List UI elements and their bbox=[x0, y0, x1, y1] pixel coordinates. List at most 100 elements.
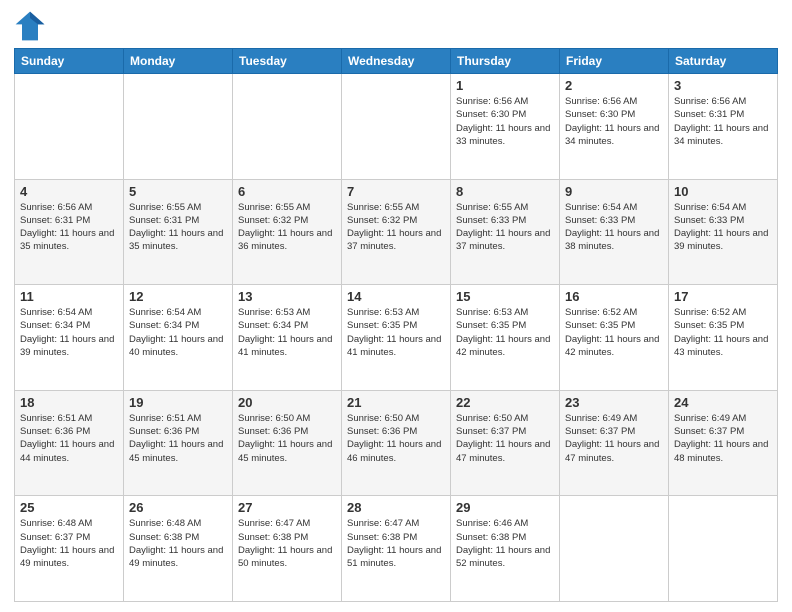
calendar-cell: 22 Sunrise: 6:50 AM Sunset: 6:37 PM Dayli… bbox=[451, 390, 560, 496]
calendar-cell: 27 Sunrise: 6:47 AM Sunset: 6:38 PM Dayli… bbox=[233, 496, 342, 602]
calendar-header-thursday: Thursday bbox=[451, 49, 560, 74]
day-info: Sunrise: 6:51 AM Sunset: 6:36 PM Dayligh… bbox=[129, 412, 227, 465]
calendar-cell: 18 Sunrise: 6:51 AM Sunset: 6:36 PM Dayli… bbox=[15, 390, 124, 496]
logo-icon bbox=[14, 10, 46, 42]
day-info: Sunrise: 6:50 AM Sunset: 6:37 PM Dayligh… bbox=[456, 412, 554, 465]
day-number: 29 bbox=[456, 500, 554, 515]
day-info: Sunrise: 6:56 AM Sunset: 6:30 PM Dayligh… bbox=[565, 95, 663, 148]
day-number: 13 bbox=[238, 289, 336, 304]
calendar-cell: 4 Sunrise: 6:56 AM Sunset: 6:31 PM Daylig… bbox=[15, 179, 124, 285]
day-number: 1 bbox=[456, 78, 554, 93]
day-number: 22 bbox=[456, 395, 554, 410]
day-info: Sunrise: 6:53 AM Sunset: 6:34 PM Dayligh… bbox=[238, 306, 336, 359]
calendar-cell: 29 Sunrise: 6:46 AM Sunset: 6:38 PM Dayli… bbox=[451, 496, 560, 602]
day-number: 2 bbox=[565, 78, 663, 93]
calendar-cell: 13 Sunrise: 6:53 AM Sunset: 6:34 PM Dayli… bbox=[233, 285, 342, 391]
day-number: 24 bbox=[674, 395, 772, 410]
day-info: Sunrise: 6:51 AM Sunset: 6:36 PM Dayligh… bbox=[20, 412, 118, 465]
header bbox=[14, 10, 778, 42]
calendar-cell: 15 Sunrise: 6:53 AM Sunset: 6:35 PM Dayli… bbox=[451, 285, 560, 391]
calendar-cell bbox=[342, 74, 451, 180]
day-number: 14 bbox=[347, 289, 445, 304]
calendar-cell: 26 Sunrise: 6:48 AM Sunset: 6:38 PM Dayli… bbox=[124, 496, 233, 602]
calendar-cell: 12 Sunrise: 6:54 AM Sunset: 6:34 PM Dayli… bbox=[124, 285, 233, 391]
calendar-cell: 28Sunrise: 6:47 AM Sunset: 6:38 PM Dayli… bbox=[342, 496, 451, 602]
day-info: Sunrise: 6:55 AM Sunset: 6:31 PM Dayligh… bbox=[129, 201, 227, 254]
day-number: 20 bbox=[238, 395, 336, 410]
calendar-cell: 2 Sunrise: 6:56 AM Sunset: 6:30 PM Daylig… bbox=[560, 74, 669, 180]
calendar-cell: 1 Sunrise: 6:56 AM Sunset: 6:30 PM Daylig… bbox=[451, 74, 560, 180]
calendar-header-sunday: Sunday bbox=[15, 49, 124, 74]
day-info: Sunrise: 6:49 AM Sunset: 6:37 PM Dayligh… bbox=[674, 412, 772, 465]
calendar-header-wednesday: Wednesday bbox=[342, 49, 451, 74]
day-number: 8 bbox=[456, 184, 554, 199]
day-number: 18 bbox=[20, 395, 118, 410]
day-number: 3 bbox=[674, 78, 772, 93]
day-number: 16 bbox=[565, 289, 663, 304]
day-info: Sunrise: 6:54 AM Sunset: 6:34 PM Dayligh… bbox=[20, 306, 118, 359]
day-number: 27 bbox=[238, 500, 336, 515]
day-info: Sunrise: 6:53 AM Sunset: 6:35 PM Dayligh… bbox=[456, 306, 554, 359]
day-number: 7 bbox=[347, 184, 445, 199]
calendar-cell: 10 Sunrise: 6:54 AM Sunset: 6:33 PM Dayli… bbox=[669, 179, 778, 285]
day-info: Sunrise: 6:54 AM Sunset: 6:33 PM Dayligh… bbox=[565, 201, 663, 254]
day-number: 21 bbox=[347, 395, 445, 410]
calendar-header-saturday: Saturday bbox=[669, 49, 778, 74]
calendar-header-row: SundayMondayTuesdayWednesdayThursdayFrid… bbox=[15, 49, 778, 74]
day-number: 23 bbox=[565, 395, 663, 410]
calendar-cell: 16Sunrise: 6:52 AM Sunset: 6:35 PM Dayli… bbox=[560, 285, 669, 391]
calendar-cell: 17 Sunrise: 6:52 AM Sunset: 6:35 PM Dayli… bbox=[669, 285, 778, 391]
calendar-week-row: 11 Sunrise: 6:54 AM Sunset: 6:34 PM Dayli… bbox=[15, 285, 778, 391]
calendar-cell: 24 Sunrise: 6:49 AM Sunset: 6:37 PM Dayli… bbox=[669, 390, 778, 496]
calendar-cell: 7Sunrise: 6:55 AM Sunset: 6:32 PM Daylig… bbox=[342, 179, 451, 285]
calendar-cell bbox=[560, 496, 669, 602]
day-info: Sunrise: 6:46 AM Sunset: 6:38 PM Dayligh… bbox=[456, 517, 554, 570]
logo bbox=[14, 10, 50, 42]
calendar-cell: 20 Sunrise: 6:50 AM Sunset: 6:36 PM Dayli… bbox=[233, 390, 342, 496]
calendar-week-row: 25Sunrise: 6:48 AM Sunset: 6:37 PM Dayli… bbox=[15, 496, 778, 602]
calendar-cell: 14 Sunrise: 6:53 AM Sunset: 6:35 PM Dayli… bbox=[342, 285, 451, 391]
day-number: 10 bbox=[674, 184, 772, 199]
day-number: 19 bbox=[129, 395, 227, 410]
calendar-week-row: 4 Sunrise: 6:56 AM Sunset: 6:31 PM Daylig… bbox=[15, 179, 778, 285]
day-number: 4 bbox=[20, 184, 118, 199]
calendar-cell: 9 Sunrise: 6:54 AM Sunset: 6:33 PM Daylig… bbox=[560, 179, 669, 285]
day-number: 15 bbox=[456, 289, 554, 304]
day-info: Sunrise: 6:56 AM Sunset: 6:31 PM Dayligh… bbox=[674, 95, 772, 148]
day-info: Sunrise: 6:54 AM Sunset: 6:33 PM Dayligh… bbox=[674, 201, 772, 254]
day-info: Sunrise: 6:53 AM Sunset: 6:35 PM Dayligh… bbox=[347, 306, 445, 359]
day-info: Sunrise: 6:49 AM Sunset: 6:37 PM Dayligh… bbox=[565, 412, 663, 465]
calendar-header-monday: Monday bbox=[124, 49, 233, 74]
day-info: Sunrise: 6:50 AM Sunset: 6:36 PM Dayligh… bbox=[347, 412, 445, 465]
calendar-cell: 6 Sunrise: 6:55 AM Sunset: 6:32 PM Daylig… bbox=[233, 179, 342, 285]
calendar-cell: 23 Sunrise: 6:49 AM Sunset: 6:37 PM Dayli… bbox=[560, 390, 669, 496]
day-info: Sunrise: 6:48 AM Sunset: 6:38 PM Dayligh… bbox=[129, 517, 227, 570]
day-info: Sunrise: 6:55 AM Sunset: 6:32 PM Dayligh… bbox=[238, 201, 336, 254]
day-info: Sunrise: 6:52 AM Sunset: 6:35 PM Dayligh… bbox=[674, 306, 772, 359]
day-number: 9 bbox=[565, 184, 663, 199]
calendar-week-row: 1 Sunrise: 6:56 AM Sunset: 6:30 PM Daylig… bbox=[15, 74, 778, 180]
calendar-cell: 11 Sunrise: 6:54 AM Sunset: 6:34 PM Dayli… bbox=[15, 285, 124, 391]
calendar-header-tuesday: Tuesday bbox=[233, 49, 342, 74]
day-number: 26 bbox=[129, 500, 227, 515]
calendar-cell bbox=[233, 74, 342, 180]
page: SundayMondayTuesdayWednesdayThursdayFrid… bbox=[0, 0, 792, 612]
day-info: Sunrise: 6:48 AM Sunset: 6:37 PM Dayligh… bbox=[20, 517, 118, 570]
day-number: 6 bbox=[238, 184, 336, 199]
calendar-cell bbox=[124, 74, 233, 180]
day-info: Sunrise: 6:54 AM Sunset: 6:34 PM Dayligh… bbox=[129, 306, 227, 359]
calendar-cell: 25Sunrise: 6:48 AM Sunset: 6:37 PM Dayli… bbox=[15, 496, 124, 602]
calendar-cell bbox=[15, 74, 124, 180]
day-number: 11 bbox=[20, 289, 118, 304]
day-number: 17 bbox=[674, 289, 772, 304]
day-number: 28 bbox=[347, 500, 445, 515]
day-info: Sunrise: 6:56 AM Sunset: 6:31 PM Dayligh… bbox=[20, 201, 118, 254]
day-info: Sunrise: 6:56 AM Sunset: 6:30 PM Dayligh… bbox=[456, 95, 554, 148]
day-number: 12 bbox=[129, 289, 227, 304]
day-info: Sunrise: 6:50 AM Sunset: 6:36 PM Dayligh… bbox=[238, 412, 336, 465]
day-info: Sunrise: 6:47 AM Sunset: 6:38 PM Dayligh… bbox=[238, 517, 336, 570]
calendar-cell: 5Sunrise: 6:55 AM Sunset: 6:31 PM Daylig… bbox=[124, 179, 233, 285]
calendar-cell: 19 Sunrise: 6:51 AM Sunset: 6:36 PM Dayli… bbox=[124, 390, 233, 496]
calendar-header-friday: Friday bbox=[560, 49, 669, 74]
calendar-cell bbox=[669, 496, 778, 602]
